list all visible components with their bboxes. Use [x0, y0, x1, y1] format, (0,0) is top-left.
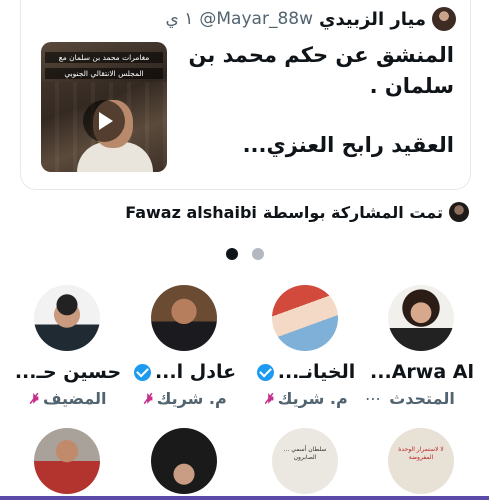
avatar-poster-text: لا لاستمرار الوحدة المفروضة: [398, 446, 444, 461]
avatar-poster-text: سلطان أسمي ... الصابرون: [283, 446, 327, 461]
participant-name: عادل ا...: [126, 359, 244, 385]
tweet-author-name[interactable]: ميار الزبيدي: [319, 9, 426, 30]
tweet-author-avatar[interactable]: [432, 7, 456, 31]
participant-name: حسين حـ...: [9, 359, 127, 385]
quoted-tweet-card[interactable]: ميار الزبيدي @Mayar_88w ١ ي المنشق عن حك…: [20, 0, 471, 190]
video-caption: مغامرات محمد بن سلمان مع: [45, 52, 163, 63]
participant-role: المتحدث: [363, 387, 481, 409]
mic-muted-icon: 🔇︎: [143, 389, 153, 407]
participant-role: المضيف 🔇︎: [9, 387, 127, 409]
tweet-video-thumbnail[interactable]: مغامرات محمد بن سلمان مع المجلس الانتقال…: [41, 42, 167, 172]
verified-icon: [133, 363, 151, 381]
flag-avatar: [272, 285, 338, 351]
shared-by-label: تمت المشاركة بواسطة: [262, 202, 443, 222]
participant-name: Arwa Al...: [363, 359, 481, 385]
participant-name-text: عادل ا...: [154, 361, 237, 383]
tweet-header: ميار الزبيدي @Mayar_88w ١ ي: [166, 6, 456, 32]
more-icon[interactable]: ⋯: [365, 389, 381, 408]
participant-host[interactable]: حسين حـ... المضيف 🔇︎: [9, 285, 127, 409]
sharer-avatar: [449, 202, 469, 222]
participant-name: الخيانـ...: [247, 359, 365, 385]
participant-name-text: حسين حـ...: [14, 361, 122, 383]
participant-name-text: Arwa Al...: [370, 361, 474, 383]
shared-by[interactable]: تمت المشاركة بواسطة Fawaz alshaibi: [125, 200, 469, 224]
man-suit-avatar: [151, 285, 217, 351]
play-icon[interactable]: [83, 100, 125, 142]
mic-muted-icon: 🔇︎: [29, 389, 39, 407]
page-dot-active[interactable]: [226, 248, 238, 260]
participant-role: م. شريك 🔇︎: [126, 387, 244, 409]
man-red-sweater-avatar: [34, 428, 100, 494]
tweet-text-line: المنشق عن حكم محمد بن سلمان .: [188, 43, 454, 98]
participant-listener[interactable]: لا لاستمرار الوحدة المفروضة: [363, 428, 481, 498]
tweet-author-handle: @Mayar_88w: [199, 9, 313, 29]
video-caption: المجلس الانتقالي الجنوبي: [45, 68, 163, 79]
participant-speaker[interactable]: Arwa Al... المتحدث ⋯: [363, 285, 481, 409]
poster-text-avatar: سلطان أسمي ... الصابرون: [272, 428, 338, 494]
participant-listener[interactable]: سلطان أسمي ... الصابرون: [247, 428, 365, 498]
poster-red-text-avatar: لا لاستمرار الوحدة المفروضة: [388, 428, 454, 494]
participant-role: م. شريك 🔇︎: [247, 387, 365, 409]
participant-cohost[interactable]: الخيانـ... م. شريك 🔇︎: [247, 285, 365, 409]
participant-cohost[interactable]: عادل ا... م. شريك 🔇︎: [126, 285, 244, 409]
bottom-edge-bar: [0, 496, 489, 500]
tweet-time: ١ ي: [165, 9, 194, 29]
verified-icon: [256, 363, 274, 381]
participant-role-text: المتحدث: [389, 388, 455, 408]
participant-name-text: الخيانـ...: [277, 361, 356, 383]
participant-role-text: المضيف: [42, 388, 107, 408]
participant-listener[interactable]: [9, 428, 127, 498]
dark-photo-avatar: [151, 428, 217, 494]
tweet-text-line: العقيد رابح العنزي...: [242, 133, 454, 157]
carousel-pagination: [226, 248, 264, 260]
mic-muted-icon: 🔇︎: [264, 389, 274, 407]
man-sunglasses-avatar: [34, 285, 100, 351]
page-dot[interactable]: [252, 248, 264, 260]
participant-listener[interactable]: [126, 428, 244, 498]
participant-role-text: م. شريك: [156, 388, 227, 408]
participant-role-text: م. شريك: [277, 388, 348, 408]
sharer-name: Fawaz alshaibi: [125, 202, 257, 222]
woman-glasses-avatar: [388, 285, 454, 351]
tweet-text: المنشق عن حكم محمد بن سلمان . العقيد راب…: [184, 40, 454, 161]
